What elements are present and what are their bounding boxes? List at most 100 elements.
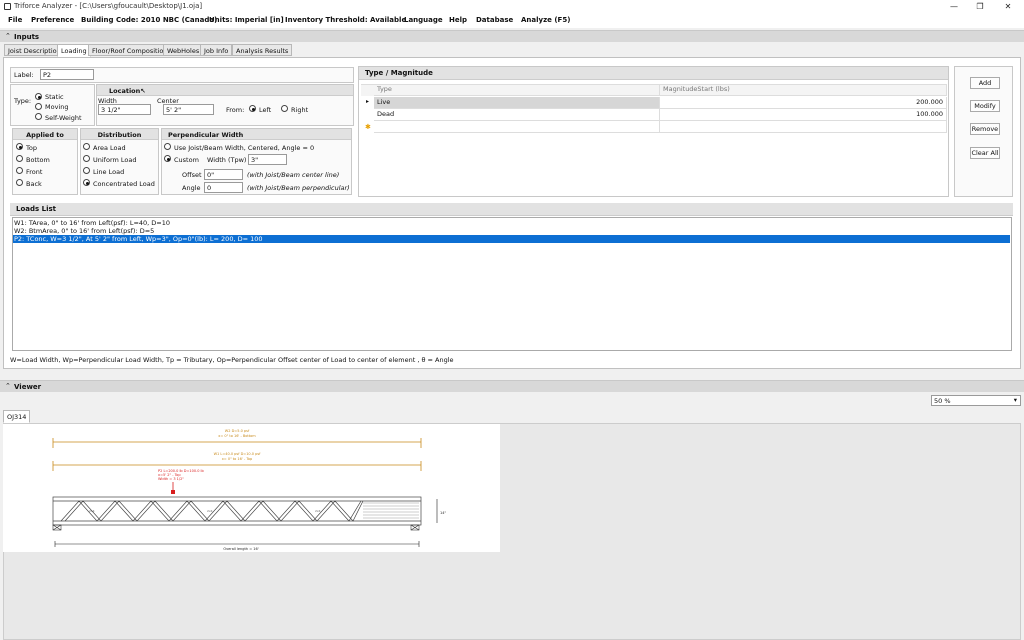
collapse-icon: ⌃ — [5, 382, 11, 390]
tpw-label: Width (Tpw) — [207, 156, 247, 164]
menu-language[interactable]: Language — [404, 16, 443, 24]
custom-width-label: Custom — [174, 156, 199, 164]
clear-all-button[interactable]: Clear All — [970, 147, 1000, 159]
radio-applied-front[interactable] — [16, 167, 23, 174]
p2-width: Width = 3 1/2" — [158, 477, 184, 481]
modify-button[interactable]: Modify — [970, 100, 1000, 112]
radio-moving[interactable] — [35, 103, 42, 110]
center-input[interactable]: 5' 2" — [163, 104, 214, 115]
angle-label: Angle — [182, 184, 201, 192]
tab-loading[interactable]: Loading — [57, 44, 91, 57]
label-caption: Label: — [14, 71, 34, 79]
filler-block — [363, 502, 419, 519]
w2-range: x= 0" to 16' - Bottom — [218, 434, 256, 438]
menu-analyze[interactable]: Analyze (F5) — [521, 16, 570, 24]
w2-dimension-line — [52, 438, 422, 448]
tab-floor-roof[interactable]: Floor/Roof Composition — [88, 44, 172, 56]
label-input[interactable]: P2 — [40, 69, 94, 80]
tab-job-info[interactable]: Job Info — [200, 44, 233, 56]
type-self-weight-label: Self-Weight — [45, 114, 82, 122]
menu-building-code[interactable]: Building Code: 2010 NBC (Canada) — [81, 16, 217, 24]
tab-oj314[interactable]: OJ314 — [3, 410, 31, 423]
w1-dimension-line — [52, 461, 422, 471]
concentrated-load-label: Concentrated Load — [93, 180, 155, 188]
w2-annotation: W2 D=5.0 psf — [225, 429, 250, 433]
list-item[interactable]: W1: TArea, 0" to 16' from Left(psf): L=4… — [14, 219, 170, 227]
applied-top-label: Top — [26, 144, 37, 152]
web-label: 2x4 — [315, 509, 321, 513]
offset-input[interactable]: 0" — [204, 169, 243, 180]
loads-list-header: Loads List — [10, 203, 1013, 216]
menu-database[interactable]: Database — [476, 16, 513, 24]
distribution-header: Distribution — [81, 129, 158, 140]
remove-button[interactable]: Remove — [970, 123, 1000, 135]
collapse-icon: ⌃ — [5, 32, 11, 40]
depth-label: 14" — [440, 511, 446, 515]
radio-use-joist-width[interactable] — [164, 143, 171, 150]
menu-preference[interactable]: Preference — [31, 16, 74, 24]
w1-annotation: W1 L=40.0 psf D=10.0 psf — [214, 452, 262, 456]
type-static-label: Static — [45, 93, 64, 101]
list-item[interactable]: W2: BtmArea, 0" to 16' from Left(psf): D… — [14, 227, 154, 235]
grid-row-magnitude[interactable]: 200.000 — [660, 97, 947, 109]
list-item-selected[interactable]: P2: TConc, W=3 1/2", At 5' 2" from Left,… — [13, 235, 1010, 243]
type-caption: Type: — [14, 97, 32, 105]
new-row-icon: ✱ — [365, 123, 371, 131]
radio-area-load[interactable] — [83, 143, 90, 150]
menu-help[interactable]: Help — [449, 16, 467, 24]
width-input[interactable]: 3 1/2" — [98, 104, 151, 115]
type-moving-label: Moving — [45, 103, 69, 111]
zoom-select[interactable]: 50 % ▾ — [931, 395, 1021, 406]
radio-applied-bottom[interactable] — [16, 155, 23, 162]
radio-applied-top[interactable] — [16, 143, 23, 150]
grid-row-magnitude[interactable]: 100.000 — [660, 109, 947, 121]
radio-custom-width[interactable] — [164, 155, 171, 162]
from-label: From: — [226, 106, 245, 114]
current-row-icon: ▸ — [366, 98, 370, 105]
angle-input[interactable]: 0 — [204, 182, 243, 193]
grid-row-type[interactable]: Live — [374, 97, 660, 109]
web-label: 2x4 — [207, 509, 213, 513]
inputs-section-header[interactable]: ⌃ Inputs — [0, 30, 1024, 42]
radio-static[interactable] — [35, 93, 42, 100]
tab-joist-description[interactable]: Joist Description — [4, 44, 65, 56]
perpendicular-header: Perpendicular Width — [162, 129, 351, 140]
grid-col-magnitude: MagnitudeStart (lbs) — [660, 84, 947, 96]
web-label: 2x4 — [89, 509, 95, 513]
abbreviation-legend: W=Load Width, Wp=Perpendicular Load Widt… — [10, 356, 454, 364]
radio-line-load[interactable] — [83, 167, 90, 174]
menu-inventory-threshold[interactable]: Inventory Threshold: Available — [285, 16, 406, 24]
add-button[interactable]: Add — [970, 77, 1000, 89]
maximize-button[interactable]: ❐ — [974, 1, 986, 12]
close-button[interactable]: ✕ — [1002, 1, 1014, 12]
app-icon — [4, 3, 11, 10]
uniform-load-label: Uniform Load — [93, 156, 137, 164]
overall-length-label: Overall length = 16' — [223, 547, 258, 551]
offset-label: Offset — [182, 171, 202, 179]
cursor-icon: ↖ — [140, 87, 146, 95]
joist-diagram: W2 D=5.0 psf x= 0" to 16' - Bottom W1 L=… — [52, 429, 446, 551]
menu-units[interactable]: Units: Imperial [in] — [209, 16, 284, 24]
magnitude-header: Type / Magnitude — [359, 67, 948, 80]
radio-self-weight[interactable] — [35, 113, 42, 120]
grid-row-type[interactable]: Dead — [374, 109, 660, 121]
radio-applied-back[interactable] — [16, 179, 23, 186]
chevron-down-icon: ▾ — [1013, 396, 1017, 404]
minimize-button[interactable]: — — [948, 1, 960, 12]
applied-bottom-label: Bottom — [26, 156, 50, 164]
tpw-input[interactable]: 3" — [248, 154, 287, 165]
radio-concentrated-load[interactable] — [83, 179, 90, 186]
applied-header: Applied to — [13, 129, 77, 140]
radio-from-left[interactable] — [249, 105, 256, 112]
radio-uniform-load[interactable] — [83, 155, 90, 162]
tab-webholes[interactable]: WebHoles — [163, 44, 204, 56]
from-left-label: Left — [259, 106, 272, 114]
use-joist-width-label: Use Joist/Beam Width, Centered, Angle = … — [174, 144, 315, 152]
zoom-value: 50 % — [934, 397, 951, 405]
grid-new-row-magnitude[interactable] — [660, 121, 947, 133]
radio-from-right[interactable] — [281, 105, 288, 112]
tab-analysis-results[interactable]: Analysis Results — [232, 44, 293, 56]
menu-file[interactable]: File — [8, 16, 22, 24]
grid-new-row-type[interactable] — [374, 121, 660, 133]
viewer-section-header[interactable]: ⌃ Viewer — [0, 380, 1024, 392]
